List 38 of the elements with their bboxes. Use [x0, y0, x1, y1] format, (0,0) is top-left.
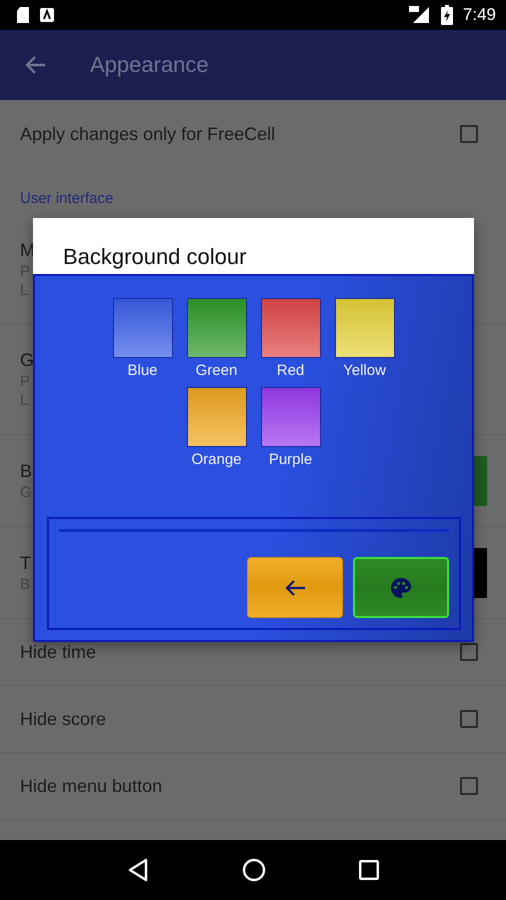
palette-icon: [388, 576, 412, 600]
clock: 7:49: [462, 5, 496, 25]
colour-tile[interactable]: [260, 387, 320, 447]
checkbox[interactable]: [460, 710, 478, 728]
setting-title: Apply changes only for FreeCell: [20, 124, 276, 144]
back-arrow-icon[interactable]: [24, 55, 46, 75]
colour-label: Red: [276, 362, 304, 379]
colour-label: Orange: [191, 451, 242, 468]
palette-button[interactable]: [352, 557, 448, 618]
setting-title: Hide time: [20, 642, 96, 662]
colour-tile[interactable]: [186, 298, 246, 358]
back-arrow-icon: [284, 578, 306, 596]
setting-title: G: [20, 350, 34, 371]
back-icon[interactable]: [126, 858, 149, 882]
battery-icon: [440, 5, 453, 25]
setting-title: Hide menu button: [20, 776, 162, 796]
setting-title: Hide score: [20, 708, 106, 730]
colour-tile[interactable]: [112, 298, 172, 358]
colour-label: Purple: [268, 451, 312, 468]
dialog-title: Background colour: [63, 244, 246, 270]
checkbox[interactable]: [460, 777, 478, 795]
colour-label: Blue: [127, 362, 158, 379]
checkbox[interactable]: [460, 125, 478, 143]
recents-icon[interactable]: [359, 860, 380, 880]
signal-icon: [408, 6, 431, 24]
colour-tile[interactable]: [334, 298, 394, 358]
setting-title: T: [20, 552, 31, 574]
colour-label: Yellow: [343, 362, 386, 379]
notification-icon: [40, 8, 54, 22]
home-icon[interactable]: [242, 858, 266, 882]
sd-card-icon: [16, 6, 30, 24]
colour-tile[interactable]: [260, 298, 320, 358]
colour-label: Green: [196, 362, 238, 379]
screen-title: Appearance: [90, 52, 209, 78]
section-header: User interface: [19, 189, 114, 209]
setting-title: B: [20, 460, 32, 482]
back-button[interactable]: [246, 557, 342, 618]
colour-tile[interactable]: [186, 387, 246, 447]
